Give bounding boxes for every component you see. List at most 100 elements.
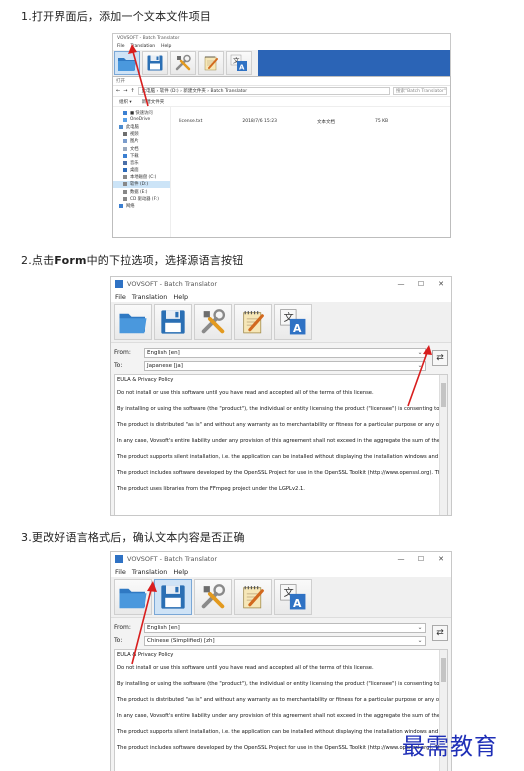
nav-item[interactable]: ■ 快速访问: [113, 109, 170, 116]
menu-translation[interactable]: Translation: [132, 293, 167, 301]
nav-item[interactable]: 网络: [113, 202, 170, 209]
source-text-area[interactable]: EULA & Privacy Policy Do not install or …: [114, 374, 448, 515]
minimize-icon[interactable]: —: [391, 280, 411, 288]
file-date: 2018/7/6 15:23: [242, 119, 277, 124]
translate-icon: [279, 583, 307, 611]
text-line: The product is distributed "as is" and w…: [117, 697, 448, 703]
from-language-select[interactable]: English [en] ⌄: [144, 347, 426, 358]
menu-translation[interactable]: Translation: [132, 568, 167, 576]
translate-button[interactable]: [274, 304, 312, 340]
title-bar: VOVSOFT - Batch Translator — ☐ ✕: [111, 277, 451, 291]
file-list: license.txt 2018/7/6 15:23 文本文档 75 KB: [171, 107, 450, 237]
tools-button[interactable]: [170, 51, 196, 75]
minimize-icon[interactable]: —: [391, 555, 411, 563]
open-button[interactable]: [114, 579, 152, 615]
folder-open-icon: [117, 55, 137, 72]
open-button[interactable]: [114, 304, 152, 340]
tools-button[interactable]: [194, 579, 232, 615]
nav-item[interactable]: 桌面: [113, 167, 170, 174]
menu-file[interactable]: File: [117, 44, 125, 49]
back-icon[interactable]: ←: [116, 88, 120, 94]
nav-item[interactable]: 本地磁盘 (C:): [113, 174, 170, 181]
menu-bar: File Translation Help: [111, 291, 451, 302]
notepad-icon: [239, 308, 267, 336]
swap-languages-button[interactable]: ⇄: [432, 625, 448, 641]
translate-button[interactable]: [274, 579, 312, 615]
close-icon[interactable]: ✕: [431, 555, 451, 563]
tools-icon: [199, 308, 227, 336]
organize-button[interactable]: 组织 ▾: [119, 99, 132, 105]
address-path[interactable]: 此电脑 › 软件 (D:) › 新建文件夹 › Batch Translator: [137, 87, 390, 95]
save-button[interactable]: [154, 304, 192, 340]
close-icon[interactable]: ✕: [431, 280, 451, 288]
text-line: The product includes software developed …: [117, 745, 448, 751]
list-item[interactable]: license.txt 2018/7/6 15:23 文本文档 75 KB: [179, 119, 388, 125]
tools-button[interactable]: [194, 304, 232, 340]
save-button[interactable]: [154, 579, 192, 615]
to-language-select[interactable]: Chinese (Simplified) [zh] ⌄: [144, 635, 426, 646]
notepad-icon: [202, 54, 220, 72]
up-icon[interactable]: ↑: [130, 88, 134, 94]
forward-icon[interactable]: →: [123, 88, 127, 94]
menu-translation[interactable]: Translation: [131, 44, 156, 49]
nav-item[interactable]: OneDrive: [113, 116, 170, 123]
navigation-pane: ■ 快速访问 OneDrive 此电脑 视频 图片 文档 下载 音乐 桌面 本地…: [113, 107, 171, 237]
open-button[interactable]: [114, 51, 140, 75]
vertical-scrollbar[interactable]: [439, 375, 447, 515]
menu-help[interactable]: Help: [173, 568, 188, 576]
swap-languages-button[interactable]: ⇄: [432, 350, 448, 366]
text-line: In any case, Vovsoft's entire liability …: [117, 438, 448, 444]
to-row: To: Chinese (Simplified) [zh] ⌄: [111, 634, 429, 647]
text-line: The product uses libraries from the FFmp…: [117, 486, 305, 492]
text-line: The product is distributed "as is" and w…: [117, 422, 448, 428]
nav-item[interactable]: 此电脑: [113, 123, 170, 130]
menu-file[interactable]: File: [115, 293, 126, 301]
chevron-down-icon: ⌄: [417, 362, 423, 369]
save-button[interactable]: [142, 51, 168, 75]
nav-item[interactable]: 音乐: [113, 159, 170, 166]
nav-item[interactable]: 图片: [113, 138, 170, 145]
app-icon: [115, 555, 123, 563]
menu-bar: File Translation Help: [111, 566, 451, 577]
menu-help[interactable]: Help: [161, 44, 171, 49]
to-label: To:: [114, 637, 123, 644]
file-name: license.txt: [179, 119, 203, 124]
translate-icon: [279, 308, 307, 336]
source-text-area[interactable]: EULA & Privacy Policy Do not install or …: [114, 649, 448, 771]
chevron-down-icon: ⌄: [417, 624, 423, 631]
text-line: Do not install or use this software unti…: [117, 665, 374, 671]
nav-item[interactable]: CD 驱动器 (F:): [113, 195, 170, 202]
open-file-dialog: 打开 ← → ↑ 此电脑 › 软件 (D:) › 新建文件夹 › Batch T…: [112, 76, 451, 238]
notepad-button[interactable]: [198, 51, 224, 75]
notepad-button[interactable]: [234, 579, 272, 615]
nav-item[interactable]: 文档: [113, 145, 170, 152]
nav-item[interactable]: 视频: [113, 131, 170, 138]
from-row: From: English [en] ⌄: [111, 346, 429, 359]
to-language-select[interactable]: Japanese [ja] ⌄: [144, 360, 426, 371]
to-label: To:: [114, 362, 123, 369]
maximize-icon[interactable]: ☐: [411, 555, 431, 563]
nav-item[interactable]: 数据 (E:): [113, 188, 170, 195]
new-folder-button[interactable]: 新建文件夹: [142, 99, 165, 105]
notepad-button[interactable]: [234, 304, 272, 340]
text-line: Do not install or use this software unti…: [117, 390, 374, 396]
folder-open-icon: [118, 309, 148, 335]
translate-button[interactable]: [226, 51, 252, 75]
nav-item[interactable]: 软件 (D:): [113, 180, 170, 189]
save-icon: [159, 308, 187, 336]
menu-help[interactable]: Help: [173, 293, 188, 301]
command-bar: 组织 ▾ 新建文件夹: [113, 97, 450, 107]
save-icon: [159, 583, 187, 611]
search-input[interactable]: 搜索"Batch Translator": [393, 87, 447, 95]
app-window-2: VOVSOFT - Batch Translator — ☐ ✕ File Tr…: [110, 276, 452, 516]
text-line: The product supports silent installation…: [117, 454, 448, 460]
tools-icon: [199, 583, 227, 611]
step-2-title: 2.点击Form中的下拉选项，选择源语言按钮: [21, 254, 244, 267]
text-line: The product includes software developed …: [117, 470, 448, 476]
nav-item[interactable]: 下载: [113, 152, 170, 159]
file-type: 文本文档: [316, 120, 335, 125]
maximize-icon[interactable]: ☐: [411, 280, 431, 288]
from-language-select[interactable]: English [en] ⌄: [144, 622, 426, 633]
menu-file[interactable]: File: [115, 568, 126, 576]
swap-icon: ⇄: [436, 353, 444, 363]
